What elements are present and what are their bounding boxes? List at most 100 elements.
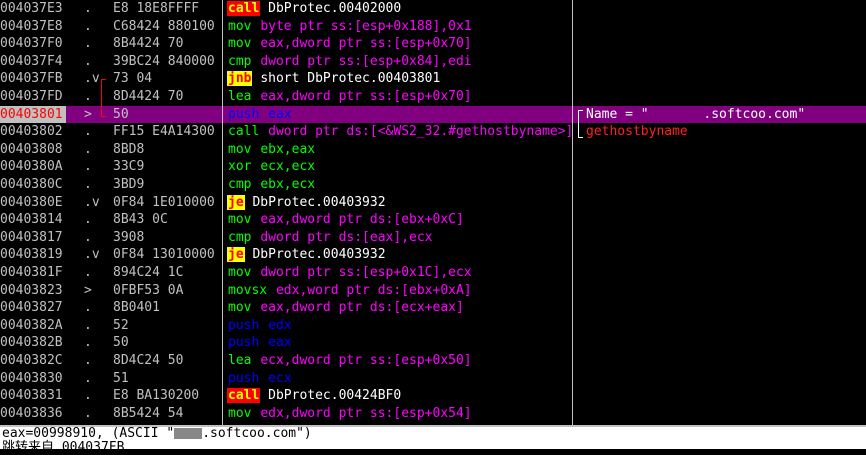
mnemonic: mov bbox=[228, 300, 252, 316]
code-row[interactable]: 00403817. 3908 cmp dword ptr ds:[eax],ecx bbox=[0, 229, 866, 247]
info-line-jump: 跳转来自 004037FB bbox=[2, 440, 125, 455]
flow-marker: . bbox=[84, 89, 92, 104]
code-row[interactable]: 0040381F. 894C24 1C mov dword ptr ss:[esp+… bbox=[0, 264, 866, 282]
mnemonic: call bbox=[227, 388, 261, 404]
disassembly-cell: mov eax,dword ptr ds:[ecx+eax] bbox=[227, 299, 571, 317]
code-row[interactable]: 00403819 .v 0F84 13010000 je DbProtec.00403… bbox=[0, 246, 866, 264]
disassembly-cell: cmp ebx,ecx bbox=[227, 176, 571, 194]
code-row[interactable]: 004037E3. E8 18E8FFFF call DbProtec.004020… bbox=[0, 0, 866, 18]
address-cell: 00403819 bbox=[0, 247, 63, 263]
comment-cell: Name = " .softcoo.com" bbox=[586, 106, 806, 122]
code-row[interactable]: 004037E8. C68424 880100 mov byte ptr ss:[e… bbox=[0, 18, 866, 36]
flow-marker: . bbox=[84, 177, 92, 192]
disassembly-cell: mov edx,dword ptr ss:[esp+0x54] bbox=[227, 405, 571, 423]
mnemonic: lea bbox=[228, 353, 252, 368]
mnemonic: cmp bbox=[228, 229, 252, 245]
operands: byte ptr ss:[esp+0x188],0x1 bbox=[260, 18, 472, 34]
hex-bytes-cell: FF15 E4A14300 bbox=[113, 124, 215, 140]
hex-bytes-cell: 3BD9 bbox=[113, 177, 145, 192]
code-row[interactable]: 0040380E .v 0F84 1E010000 je DbProtec.00403… bbox=[0, 194, 866, 212]
code-row[interactable]: 00403836. 8B5424 54 mov edx,dword ptr ss:[… bbox=[0, 405, 866, 423]
code-row[interactable]: 004037FD. 8D4424 70 lea eax,dword ptr ss:[… bbox=[0, 88, 866, 106]
code-row[interactable]: 0040382B. 50 push eax bbox=[0, 334, 866, 352]
operands: edx bbox=[268, 317, 292, 333]
hex-bytes-cell: 8D4C24 50 bbox=[113, 353, 184, 368]
address-cell: 00403823 bbox=[0, 282, 63, 298]
code-row[interactable]: 0040382A. 52 push edx bbox=[0, 317, 866, 335]
flow-marker: . bbox=[84, 353, 92, 368]
mnemonic: mov bbox=[228, 141, 252, 157]
code-row[interactable]: 00403802. FF15 E4A14300 call dword ptr ds:… bbox=[0, 123, 866, 141]
operands: eax,dword ptr ss:[esp+0x70] bbox=[260, 36, 472, 52]
address-cell: 004037F0 bbox=[0, 36, 63, 52]
code-row[interactable]: 00403831. E8 BA130200 call DbProtec.00424B… bbox=[0, 387, 866, 405]
info-line-register: eax=00998910, (ASCII " .softcoo.com") bbox=[2, 427, 312, 441]
operands: eax,dword ptr ss:[esp+0x70] bbox=[260, 89, 472, 104]
redacted-block bbox=[174, 428, 203, 439]
hex-bytes-cell: 8B5424 54 bbox=[113, 405, 184, 421]
flow-marker: . bbox=[84, 36, 92, 52]
code-row[interactable]: 0040380C. 3BD9 cmp ebx,ecx bbox=[0, 176, 866, 194]
mnemonic: mov bbox=[228, 212, 252, 228]
operands: dword ptr ss:[esp+0x84],edi bbox=[260, 53, 472, 69]
flow-marker: > bbox=[84, 282, 92, 298]
flow-marker: > bbox=[84, 106, 92, 122]
hex-bytes-cell: 8BD8 bbox=[113, 141, 145, 157]
code-row[interactable]: 004037F4. 39BC24 840000 cmp dword ptr ss:[… bbox=[0, 53, 866, 71]
hex-bytes-cell: 33C9 bbox=[113, 159, 145, 175]
hex-bytes-cell: E8 BA130200 bbox=[113, 388, 200, 404]
column-divider bbox=[572, 0, 573, 425]
code-row[interactable]: 004037F0. 8B4424 70 mov eax,dword ptr ss:[… bbox=[0, 35, 866, 53]
flow-marker: . bbox=[84, 300, 92, 316]
flow-marker: . bbox=[84, 317, 92, 333]
flow-marker: . bbox=[84, 229, 92, 245]
disassembly-pane[interactable]: 004037E3. E8 18E8FFFF call DbProtec.004020… bbox=[0, 0, 866, 425]
flow-marker: . bbox=[84, 124, 92, 140]
mnemonic: call bbox=[228, 124, 260, 140]
code-row[interactable]: 0040380A. 33C9 xor ecx,ecx bbox=[0, 158, 866, 176]
mnemonic: mov bbox=[228, 18, 252, 34]
address-cell: 004037FB bbox=[0, 71, 63, 87]
hex-bytes-cell: 0F84 1E010000 bbox=[113, 194, 215, 210]
code-row[interactable]: 00403827. 8B0401 mov eax,dword ptr ds:[ecx… bbox=[0, 299, 866, 317]
hex-bytes-cell: 0FBF53 0A bbox=[113, 282, 184, 298]
mnemonic: mov bbox=[228, 265, 252, 280]
hex-bytes-cell: 50 bbox=[113, 335, 129, 351]
code-row[interactable]: 00403801 >50 push eax Name = " .softcoo.com… bbox=[0, 105, 866, 124]
mnemonic: je bbox=[227, 194, 245, 210]
operands: edx,word ptr ds:[ebx+0xA] bbox=[275, 282, 472, 298]
disassembly-cell: je DbProtec.00403932 bbox=[227, 194, 571, 212]
address-cell: 00403817 bbox=[0, 229, 63, 245]
disassembly-cell: mov eax,dword ptr ds:[ebx+0xC] bbox=[227, 211, 571, 229]
code-row[interactable]: 00403808. 8BD8 mov ebx,eax bbox=[0, 141, 866, 159]
address-cell: 00403814 bbox=[0, 212, 63, 228]
disassembly-cell: push eax bbox=[227, 334, 571, 352]
flow-marker: . bbox=[84, 141, 92, 157]
disassembly-cell: call dword ptr ds:[<&WS2_32.#gethostbyna… bbox=[227, 123, 571, 141]
code-row[interactable]: 0040382C. 8D4C24 50 lea ecx,dword ptr ss:[… bbox=[0, 352, 866, 370]
flow-marker: . bbox=[84, 53, 92, 69]
disassembly-cell: mov dword ptr ss:[esp+0x1C],ecx bbox=[227, 264, 571, 282]
hex-bytes-cell: 894C24 1C bbox=[113, 265, 184, 280]
flow-marker: .v bbox=[84, 71, 100, 87]
hex-bytes-cell: 3908 bbox=[113, 229, 145, 245]
address-cell: 004037E3 bbox=[0, 1, 63, 16]
jump-arrow bbox=[101, 79, 106, 117]
code-row[interactable]: 00403830. 51 push ecx bbox=[0, 370, 866, 388]
code-row[interactable]: 00403823 >0FBF53 0A movsx edx,word ptr ds:… bbox=[0, 282, 866, 300]
mnemonic: jnb bbox=[227, 71, 253, 87]
hex-bytes-cell: 73 04 bbox=[113, 71, 153, 87]
mnemonic: lea bbox=[228, 89, 252, 104]
disassembly-cell: xor ecx,ecx bbox=[227, 158, 571, 176]
hex-bytes-cell: 51 bbox=[113, 370, 129, 386]
disassembly-cell: push eax bbox=[227, 106, 571, 124]
address-cell: 004037E8 bbox=[0, 18, 63, 34]
hex-bytes-cell: 0F84 13010000 bbox=[113, 247, 215, 263]
mnemonic: mov bbox=[228, 405, 252, 421]
branch-target: DbProtec.00424BF0 bbox=[268, 388, 402, 404]
info-pane: eax=00998910, (ASCII " .softcoo.com") 跳转来… bbox=[0, 427, 866, 455]
disassembly-cell: lea eax,dword ptr ss:[esp+0x70] bbox=[227, 88, 571, 106]
code-row[interactable]: 004037FB .v 73 04 jnb short DbProtec.004038… bbox=[0, 70, 866, 88]
mnemonic: call bbox=[227, 1, 261, 16]
code-row[interactable]: 00403814. 8B43 0C mov eax,dword ptr ds:[eb… bbox=[0, 211, 866, 229]
